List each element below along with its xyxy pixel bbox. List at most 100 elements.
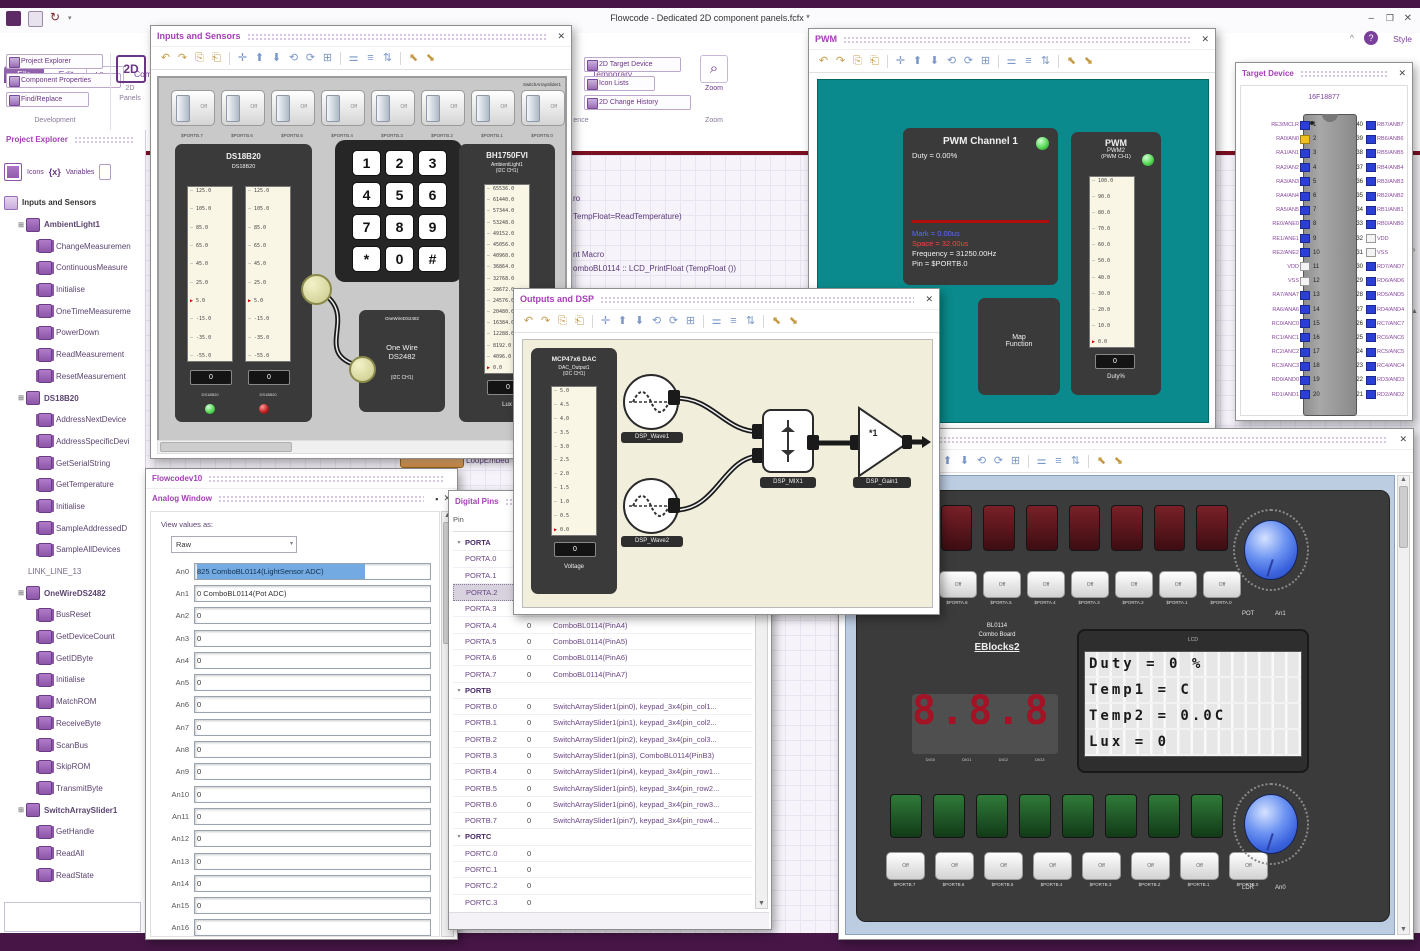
outputs-panel-surface[interactable]: MCP47x6 DAC DAC_Output1 (I2C CH1) 5.04.5…	[522, 339, 933, 608]
toolbar-icon[interactable]	[998, 54, 999, 68]
pin-pad-right[interactable]	[1366, 163, 1376, 173]
toolbar-icon[interactable]	[229, 51, 230, 65]
keypad-key[interactable]: 1	[352, 150, 381, 176]
tree-expand-icon[interactable]: ⊞	[16, 589, 26, 597]
toolbar-icon[interactable]: ⊞	[1009, 454, 1022, 468]
switch-handle[interactable]	[326, 95, 340, 122]
tree-item[interactable]: ⊞ MatchROM	[4, 691, 143, 713]
portb-switch-button[interactable]: Off	[1033, 852, 1072, 880]
tree-expand-icon[interactable]: ⊞	[16, 806, 26, 814]
tree-expand-icon[interactable]: ⊞	[16, 221, 26, 229]
component-properties-button[interactable]: Component Properties	[6, 73, 121, 88]
toolbar-icon[interactable]: ⚌	[1005, 54, 1018, 68]
keypad-key[interactable]: 3	[418, 150, 447, 176]
tree-item[interactable]: ⊞ SwitchArraySlider1	[4, 799, 143, 821]
help-icon[interactable]: ?	[1364, 31, 1378, 45]
keypad-key[interactable]: 6	[418, 182, 447, 208]
keypad-key[interactable]: 9	[418, 214, 447, 240]
digital-pin-row[interactable]: PORTB.1 0 SwitchArraySlider1(pin1), keyp…	[453, 715, 753, 732]
digital-pin-row[interactable]: PORTA.4 0 ComboBL0114(PinA4)	[453, 617, 753, 634]
close-icon[interactable]: ✕	[1398, 68, 1406, 79]
tree-item[interactable]: ⊞ GetHandle	[4, 821, 143, 843]
toolbar-icon[interactable]: ⬉	[407, 51, 420, 65]
pot-knob[interactable]	[1233, 509, 1309, 591]
toggle-switch[interactable]: Off	[421, 90, 465, 126]
pin-pad-left[interactable]	[1300, 319, 1310, 329]
analog-value-field[interactable]: 0	[194, 696, 431, 714]
toolbar-icon[interactable]: ⬇	[633, 314, 646, 328]
switch-handle[interactable]	[526, 95, 540, 122]
pwm-duty-scale[interactable]: 100.0 90.0 80.0 70.0 60.0 50.0 40.0 30.0 20.0 10.…	[1089, 176, 1135, 348]
switch-handle[interactable]	[226, 95, 240, 122]
close-icon[interactable]: ✕	[925, 294, 933, 305]
toolbar-icon[interactable]: ⟲	[975, 454, 988, 468]
ds18b20-scale-1[interactable]: 125.0 105.0 85.0 65.0 45.0 25.0 5.0 -15.0 -35.0 -…	[187, 186, 233, 362]
ribbon-collapse-icon[interactable]: ^	[1350, 33, 1354, 43]
pin-pad-right[interactable]	[1366, 347, 1376, 357]
tree-item[interactable]: ⊞ GetSerialString	[4, 452, 143, 474]
ds18b20-button-2[interactable]: DS18B20	[248, 392, 288, 397]
tree-item[interactable]: ⊞ ScanBus	[4, 734, 143, 756]
digital-pin-row[interactable]: PORTC.1 0	[453, 862, 753, 879]
toolbar-icon[interactable]: ⊞	[321, 51, 334, 65]
tree-item[interactable]: ⊞ OneTimeMeasureme	[4, 300, 143, 322]
tree-item[interactable]: ⊞ ReadState	[4, 864, 143, 886]
porta-switch-button[interactable]: Off	[983, 571, 1021, 598]
map-function-block[interactable]: Map Function	[978, 298, 1060, 395]
pin-pad-right[interactable]	[1366, 305, 1376, 315]
tree-item[interactable]: ⊞ LINK_LINE_13	[4, 561, 143, 583]
analog-value-field[interactable]: 0 ComboBL0114(Pot ADC)	[194, 584, 431, 602]
digital-pin-row[interactable]: PORTB.7 0 SwitchArraySlider1(pin7), keyp…	[453, 813, 753, 830]
toolbar-icon[interactable]: ⟳	[667, 314, 680, 328]
onewire-node-1[interactable]	[301, 274, 332, 305]
toolbar-icon[interactable]: ✛	[894, 54, 907, 68]
digital-pin-row[interactable]: PORTC.2 0	[453, 878, 753, 895]
portb-switch-button[interactable]: Off	[935, 852, 974, 880]
toolbar-icon[interactable]: ⎘	[851, 54, 864, 68]
zoom-icon[interactable]: ⌕	[700, 55, 728, 83]
toolbar-icon[interactable]: ⟲	[945, 54, 958, 68]
toolbar-icon[interactable]: ⬇	[928, 54, 941, 68]
switch-handle[interactable]	[176, 95, 190, 122]
toggle-switch[interactable]: Off	[471, 90, 515, 126]
explorer-extra-icon[interactable]	[99, 164, 112, 180]
switch-handle[interactable]	[476, 95, 490, 122]
tree-item[interactable]: ⊞ ResetMeasurement	[4, 366, 143, 388]
analog-value-field[interactable]: 0	[194, 607, 431, 625]
analog-value-field[interactable]: 0	[194, 718, 431, 736]
analog-value-field[interactable]: 0	[194, 919, 431, 936]
style-menu[interactable]: Style	[1393, 34, 1412, 44]
tree-item[interactable]: ⊞ ReadAll	[4, 843, 143, 865]
group-expand-icon[interactable]	[453, 833, 465, 840]
toolbar-icon[interactable]: ⬊	[424, 51, 437, 65]
pin-pad-right[interactable]	[1366, 361, 1376, 371]
toolbar-icon[interactable]: ≡	[364, 51, 377, 65]
toolbar-icon[interactable]: ↶	[159, 51, 172, 65]
ds18b20-scale-2[interactable]: 125.0 105.0 85.0 65.0 45.0 25.0 5.0 -15.0 -35.0 -…	[245, 186, 291, 362]
variables-icon[interactable]: {x}	[49, 167, 61, 177]
close-button[interactable]: ✕	[1404, 13, 1412, 24]
pin-pad-left[interactable]	[1300, 163, 1310, 173]
keypad-key[interactable]: 8	[385, 214, 414, 240]
toggle-switch[interactable]: Off	[171, 90, 215, 126]
view-mode-select[interactable]: Raw ▾	[171, 536, 297, 553]
toolbar-icon[interactable]: ⟳	[992, 454, 1005, 468]
wave1-label[interactable]: DSP_Wave1	[621, 432, 683, 443]
pin-pad-right[interactable]	[1366, 375, 1376, 385]
pin-pad-left[interactable]	[1300, 290, 1310, 300]
toolbar-icon[interactable]: ⬉	[1095, 454, 1108, 468]
digital-pin-row[interactable]: PORTA.7 0 ComboBL0114(PinA7)	[453, 666, 753, 683]
toolbar-icon[interactable]	[400, 51, 401, 65]
toolbar-icon[interactable]: ⬉	[1065, 54, 1078, 68]
inputs-titlebar[interactable]: Inputs and Sensors ✕	[151, 26, 571, 46]
pin-pad-left[interactable]	[1300, 347, 1310, 357]
tree-item[interactable]: ⊞ GetDeviceCount	[4, 626, 143, 648]
tree-item[interactable]: ⊞ AmbientLight1	[4, 214, 143, 236]
analog-value-field[interactable]: 0	[194, 651, 431, 669]
toolbar-icon[interactable]: ✛	[236, 51, 249, 65]
tree-item[interactable]: ⊞ ReceiveByte	[4, 713, 143, 735]
portb-switch-button[interactable]: Off	[1131, 852, 1170, 880]
outputs-titlebar[interactable]: Outputs and DSP ✕	[514, 289, 939, 309]
toggle-icon-lists[interactable]: Icon Lists	[584, 76, 655, 91]
pin-pad-right[interactable]	[1366, 234, 1376, 244]
